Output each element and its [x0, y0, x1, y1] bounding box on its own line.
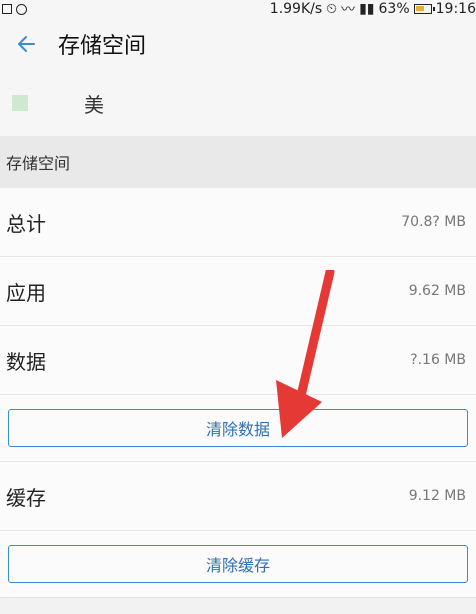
wifi-icon: 〰	[341, 2, 356, 18]
section-title: 存储空间	[6, 154, 71, 173]
section-header: 存储空间	[0, 136, 476, 188]
row-cache-label: 缓存	[6, 485, 46, 510]
app-info-row: 美	[0, 70, 476, 136]
alarm-icon: ⏲	[326, 1, 338, 17]
row-apps-value: 9.62 MB	[408, 283, 466, 299]
app-icon	[12, 95, 28, 111]
signal-icon: ▮▮	[359, 1, 375, 17]
row-apps-label: 应用	[6, 280, 46, 305]
network-speed: 1.99K/s	[269, 1, 323, 17]
clear-cache-wrap: 清除缓存	[0, 531, 476, 598]
clear-cache-button[interactable]: 清除缓存	[8, 545, 468, 583]
row-cache-value: 9.12 MB	[408, 488, 466, 504]
battery-icon	[413, 4, 435, 14]
clear-data-wrap: 清除数据	[0, 395, 476, 462]
row-data: 数据 ?.16 MB	[0, 326, 476, 395]
row-total: 总计 70.8? MB	[0, 188, 476, 257]
page-title: 存储空间	[58, 34, 147, 59]
row-data-value: ?.16 MB	[410, 352, 466, 368]
row-apps: 应用 9.62 MB	[0, 257, 476, 326]
battery-percent: 63%	[378, 1, 410, 17]
status-circle-icon	[16, 3, 27, 15]
status-right: 1.99K/s ⏲ 〰 ▮▮ 63% 19:16	[270, 0, 476, 19]
row-cache: 缓存 9.12 MB	[0, 462, 476, 531]
clock-time: 19:16	[435, 1, 476, 17]
clear-data-button[interactable]: 清除数据	[8, 409, 468, 447]
bottom-area	[0, 598, 476, 614]
notification-icon	[2, 4, 12, 14]
row-total-label: 总计	[6, 211, 46, 236]
status-bar: 1.99K/s ⏲ 〰 ▮▮ 63% 19:16	[0, 0, 476, 18]
title-bar: 存储空间	[0, 18, 476, 71]
row-data-label: 数据	[6, 349, 46, 374]
app-name: 美	[84, 92, 104, 117]
storage-list: 总计 70.8? MB 应用 9.62 MB 数据 ?.16 MB 清除数据 缓…	[0, 188, 476, 598]
row-total-value: 70.8? MB	[401, 214, 466, 230]
status-left	[0, 3, 27, 15]
arrow-left-icon[interactable]	[4, 24, 44, 64]
